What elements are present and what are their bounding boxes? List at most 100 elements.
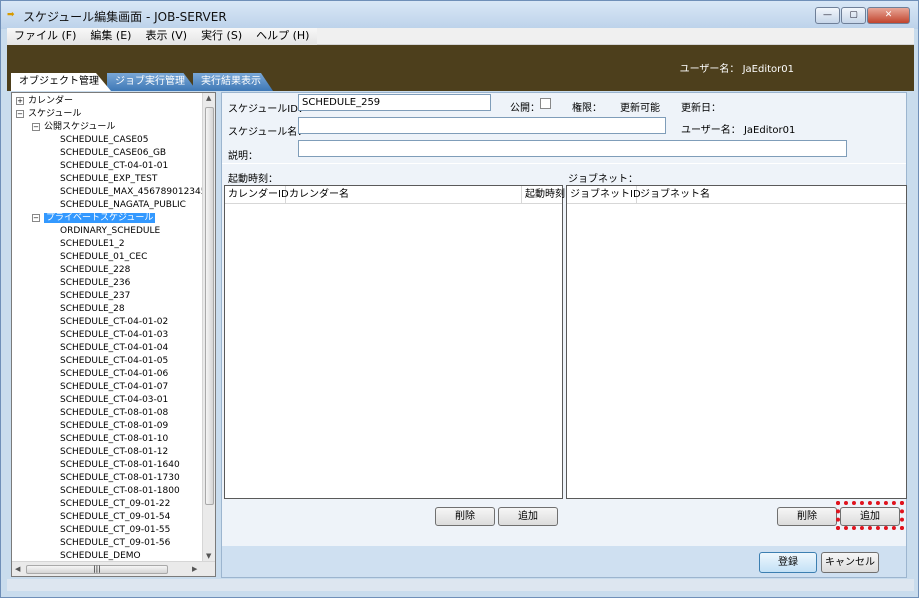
tree-item[interactable]: SCHEDULE_01_CEC [12,251,202,264]
action-bar: 登録 キャンセル [222,546,906,577]
tree-item[interactable]: SCHEDULE_CT-04-01-01 [12,160,202,173]
permission-value: 更新可能 [620,103,660,114]
expand-icon[interactable]: + [16,96,24,105]
menu-help[interactable]: ヘルプ (H) [249,28,316,45]
form-user-label: ユーザー名： JaEditor01 [681,125,796,136]
menu-edit[interactable]: 編集 (E) [83,28,138,45]
header-user-label: ユーザー名： JaEditor01 [679,64,794,75]
scroll-down-icon[interactable]: ▼ [206,552,211,560]
column-header-calendar-name[interactable]: カレンダー名 [286,186,522,203]
tree-item[interactable]: SCHEDULE_28 [12,303,202,316]
tree-item[interactable]: SCHEDULE_CT-08-01-1640 [12,459,202,472]
column-header-calendar-id[interactable]: カレンダーID [225,186,289,203]
tree-item[interactable]: SCHEDULE_MAX_4567890123456 [12,186,202,199]
menu-view[interactable]: 表示 (V) [138,28,194,45]
menu-run[interactable]: 実行 (S) [194,28,249,45]
tree-node-calendar[interactable]: + カレンダー [12,95,202,108]
collapse-icon[interactable]: − [16,109,24,118]
table-header: ジョブネットID ジョブネット名 [567,186,906,204]
tree-item[interactable]: SCHEDULE_CT-08-01-1800 [12,485,202,498]
tree-item[interactable]: SCHEDULE_CT-04-03-01 [12,394,202,407]
tree-item[interactable]: SCHEDULE_CT-04-01-06 [12,368,202,381]
tree-item[interactable]: SCHEDULE_CT_09-01-54 [12,511,202,524]
tree-item[interactable]: SCHEDULE_EXP_TEST [12,173,202,186]
tree-horizontal-scrollbar[interactable]: ◀ ||| ▶ [12,561,215,576]
tree-item[interactable]: SCHEDULE_CT-08-01-12 [12,446,202,459]
highlight-annotation [836,501,904,530]
column-header-jobnet-id[interactable]: ジョブネットID [567,186,641,203]
close-button[interactable]: ✕ [867,7,910,24]
tree-node-label-selected: プライベートスケジュール [44,213,156,223]
tree-item[interactable]: ORDINARY_SCHEDULE [12,225,202,238]
tree-item[interactable]: SCHEDULE_CT-08-01-09 [12,420,202,433]
schedule-name-field[interactable] [298,117,666,134]
tab-object-management[interactable]: オブジェクト管理 [11,73,111,91]
public-checkbox[interactable] [540,98,551,109]
tree-item[interactable]: SCHEDULE_CT_09-01-55 [12,524,202,537]
tree-item[interactable]: SCHEDULE_CT-04-01-03 [12,329,202,342]
jobnet-table[interactable]: ジョブネットID ジョブネット名 [566,185,907,499]
tree-item[interactable]: SCHEDULE_237 [12,290,202,303]
jobnet-section-label: ジョブネット： [568,174,638,185]
tree-item[interactable]: SCHEDULE_CT-04-01-02 [12,316,202,329]
tab-job-execution[interactable]: ジョブ実行管理 [107,73,197,91]
tree-item[interactable]: SCHEDULE_NAGATA_PUBLIC [12,199,202,212]
cancel-button[interactable]: キャンセル [821,552,879,573]
tree-item[interactable]: SCHEDULE_CT-04-01-05 [12,355,202,368]
tree-item[interactable]: SCHEDULE_DEMO [12,550,202,561]
tree-item[interactable]: SCHEDULE_CT-08-01-08 [12,407,202,420]
tree-item[interactable]: SCHEDULE_CT_09-01-56 [12,537,202,550]
description-field[interactable] [298,140,847,157]
schedule-editor-panel: スケジュールID： SCHEDULE_259 公開： 権限： 更新可能 更新日：… [221,92,907,578]
scroll-left-icon[interactable]: ◀ [15,565,20,573]
tree-item[interactable]: SCHEDULE_CT-04-01-04 [12,342,202,355]
scroll-right-icon[interactable]: ▶ [192,565,197,573]
tree-node-public-schedule[interactable]: − 公開スケジュール [12,121,202,134]
tree-item[interactable]: SCHEDULE_CT_09-01-22 [12,498,202,511]
tree-node-schedule[interactable]: − スケジュール [12,108,202,121]
schedule-form: スケジュールID： SCHEDULE_259 公開： 権限： 更新可能 更新日：… [222,93,906,163]
schedule-name-label: スケジュール名： [228,127,308,138]
jobnet-delete-button[interactable]: 削除 [777,507,837,526]
tree-node-label: カレンダー [28,96,74,106]
collapse-icon[interactable]: − [32,122,40,131]
tree-item[interactable]: SCHEDULE_CT-08-01-1730 [12,472,202,485]
column-header-start-time[interactable]: 起動時刻 [522,186,565,203]
start-time-delete-button[interactable]: 削除 [435,507,495,526]
scroll-thumb[interactable] [205,107,214,505]
maximize-button[interactable]: ▢ [841,7,866,24]
scroll-thumb[interactable]: ||| [26,565,168,574]
menu-file[interactable]: ファイル (F) [7,28,83,45]
table-header: カレンダーID カレンダー名 起動時刻 [225,186,565,204]
status-bar [7,579,914,591]
schedule-id-field[interactable]: SCHEDULE_259 [298,94,491,111]
tree-vertical-scrollbar[interactable]: ▲ ▼ [202,93,215,561]
start-time-add-button[interactable]: 追加 [498,507,558,526]
tree-item[interactable]: SCHEDULE_CASE06_GB [12,147,202,160]
header-band: ユーザー名： JaEditor01 オブジェクト管理 ジョブ実行管理 実行結果表… [7,45,914,91]
tree-item[interactable]: SCHEDULE_CT-08-01-10 [12,433,202,446]
description-label: 説明： [228,151,258,162]
tab-execution-results[interactable]: 実行結果表示 [193,73,273,91]
tree-item[interactable]: SCHEDULE_228 [12,264,202,277]
column-header-jobnet-name[interactable]: ジョブネット名 [637,186,906,203]
collapse-icon[interactable]: − [32,213,40,222]
title-bar: ➡ スケジュール編集画面 - JOB-SERVER — ▢ ✕ [1,1,918,29]
window-title: スケジュール編集画面 - JOB-SERVER [23,10,227,24]
start-time-table[interactable]: カレンダーID カレンダー名 起動時刻 [224,185,565,499]
tree-item[interactable]: SCHEDULE_CASE05 [12,134,202,147]
tree-item[interactable]: SCHEDULE_236 [12,277,202,290]
register-button[interactable]: 登録 [759,552,817,573]
app-window: ➡ スケジュール編集画面 - JOB-SERVER — ▢ ✕ ファイル (F)… [0,0,919,598]
object-tree-panel: + カレンダー − スケジュール − 公開スケジュール SCHEDULE_CASE05… [11,92,216,577]
updated-date-label: 更新日： [681,103,721,114]
tree-item[interactable]: SCHEDULE1_2 [12,238,202,251]
start-time-section-label: 起動時刻： [228,174,278,185]
public-label: 公開： [510,103,540,114]
tree-item[interactable]: SCHEDULE_CT-04-01-07 [12,381,202,394]
scroll-up-icon[interactable]: ▲ [206,94,211,102]
minimize-button[interactable]: — [815,7,840,24]
tree-node-private-schedule[interactable]: − プライベートスケジュール [12,212,202,225]
menu-bar: ファイル (F) 編集 (E) 表示 (V) 実行 (S) ヘルプ (H) [7,28,914,45]
tables-area: 起動時刻： ジョブネット： カレンダーID カレンダー名 起動時刻 ジョブネット… [222,164,907,546]
